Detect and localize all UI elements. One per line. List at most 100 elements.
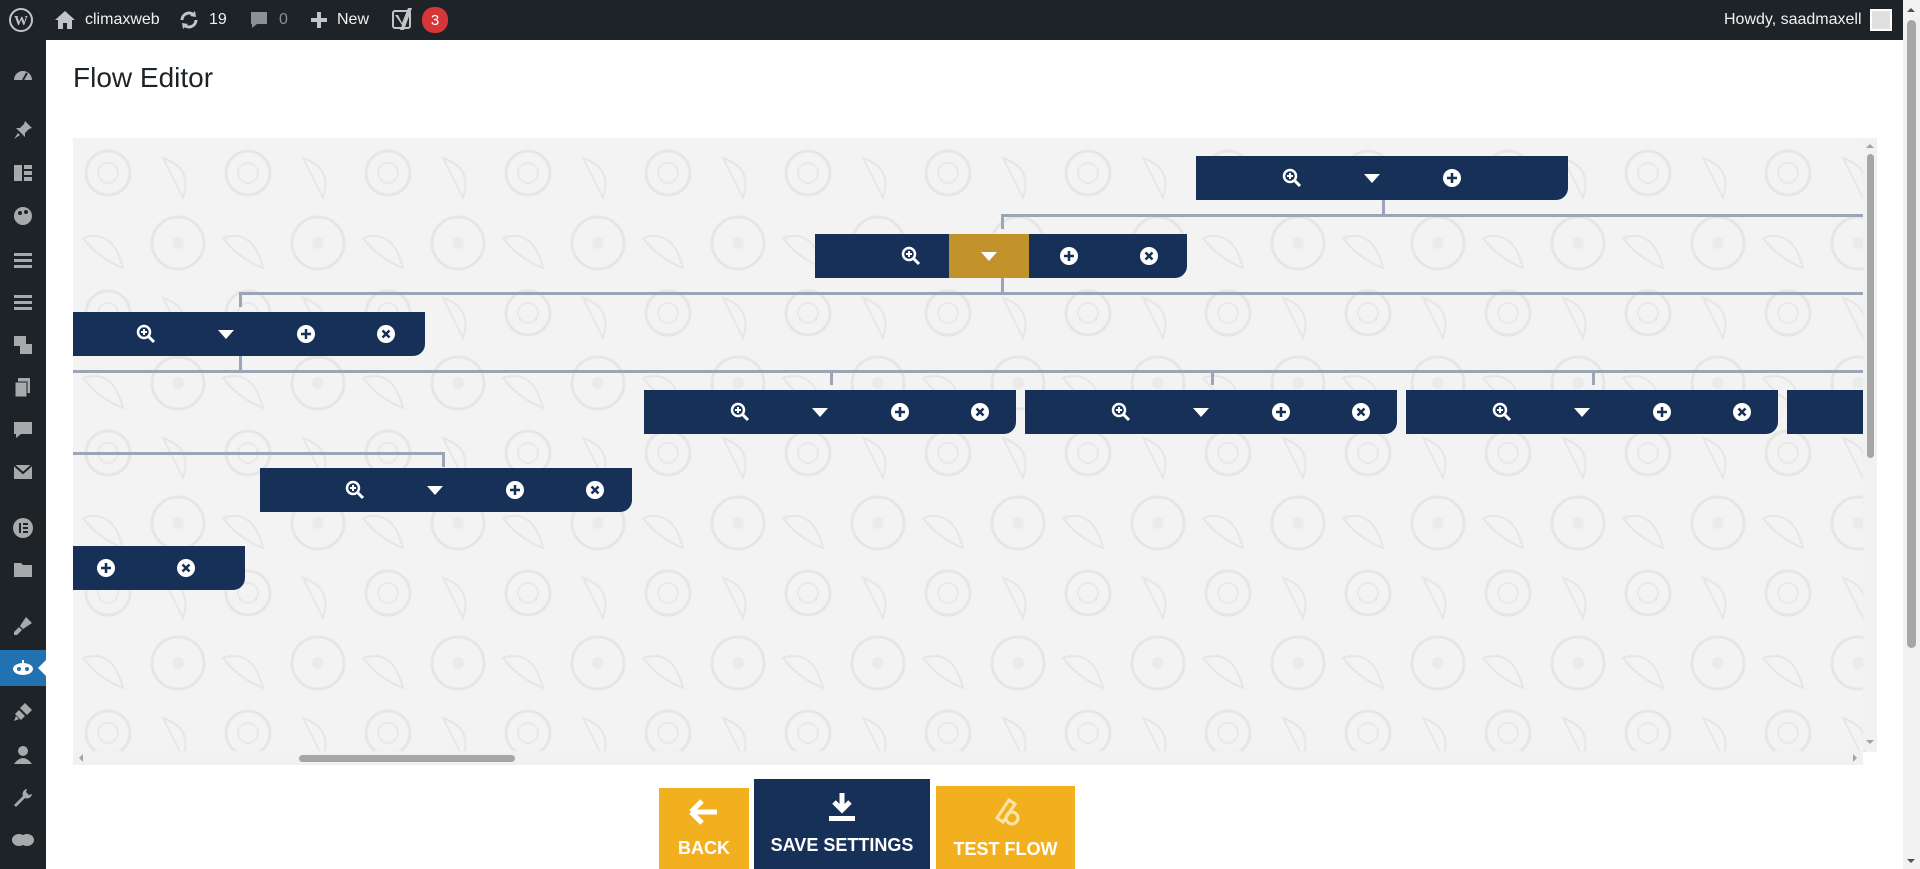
- dropdown-caret-icon[interactable]: [1332, 156, 1412, 200]
- canvas-vertical-scrollbar[interactable]: [1863, 138, 1877, 750]
- delete-node-icon[interactable]: [146, 546, 226, 590]
- add-node-icon[interactable]: [1622, 390, 1702, 434]
- save-settings-button[interactable]: SAVE SETTINGS: [754, 779, 930, 869]
- dropdown-caret-icon[interactable]: [1161, 390, 1241, 434]
- add-node-icon[interactable]: [860, 390, 940, 434]
- menu-icon[interactable]: [0, 284, 46, 320]
- settings-icon[interactable]: [0, 822, 46, 858]
- tools-icon[interactable]: [0, 780, 46, 816]
- add-node-icon[interactable]: [1412, 156, 1492, 200]
- download-icon: [828, 792, 856, 827]
- delete-node-icon[interactable]: [1109, 234, 1189, 278]
- pin-icon[interactable]: [0, 112, 46, 148]
- page-vertical-scrollbar[interactable]: [1903, 0, 1920, 869]
- flow-node[interactable]: [1025, 390, 1397, 434]
- connector-line: [1382, 200, 1385, 215]
- updates-link[interactable]: 19: [178, 0, 227, 40]
- flow-node[interactable]: [73, 546, 245, 590]
- save-settings-label: SAVE SETTINGS: [770, 835, 914, 855]
- comments-icon[interactable]: [0, 412, 46, 448]
- zoom-in-icon[interactable]: [1462, 390, 1542, 434]
- brush-icon[interactable]: [0, 608, 46, 644]
- scroll-thumb[interactable]: [1867, 154, 1874, 458]
- flow-node[interactable]: [644, 390, 1016, 434]
- flow-node[interactable]: [260, 468, 632, 512]
- zoom-in-icon[interactable]: [1252, 156, 1332, 200]
- mail-icon[interactable]: [0, 454, 46, 490]
- add-node-icon[interactable]: [266, 312, 346, 356]
- plugins-icon[interactable]: [0, 694, 46, 730]
- scroll-down-icon[interactable]: [1907, 859, 1915, 867]
- yoast-link[interactable]: 3: [392, 0, 448, 40]
- flow-node[interactable]: [1406, 390, 1778, 434]
- delete-node-icon[interactable]: [555, 468, 635, 512]
- test-tube-icon: [991, 796, 1021, 831]
- delete-node-icon[interactable]: [346, 312, 426, 356]
- refresh-icon: [178, 9, 200, 31]
- scroll-thumb[interactable]: [1907, 20, 1916, 648]
- connector-line: [442, 452, 445, 467]
- scroll-thumb[interactable]: [299, 755, 515, 762]
- posts-icon[interactable]: [0, 155, 46, 191]
- add-node-icon[interactable]: [73, 546, 146, 590]
- pages-icon[interactable]: [0, 369, 46, 405]
- flow-canvas[interactable]: [73, 138, 1877, 752]
- new-content-link[interactable]: New: [310, 0, 369, 40]
- dropdown-caret-icon[interactable]: [186, 312, 266, 356]
- delete-node-icon[interactable]: [940, 390, 1020, 434]
- admin-bar: W climaxweb 19 0 New 3 Howdy, saadmaxell: [0, 0, 1920, 40]
- dropdown-caret-icon[interactable]: [1542, 390, 1622, 434]
- add-node-icon[interactable]: [1029, 234, 1109, 278]
- add-node-icon[interactable]: [1241, 390, 1321, 434]
- scroll-left-icon[interactable]: [75, 754, 83, 762]
- connector-line: [830, 370, 833, 385]
- scroll-right-icon[interactable]: [1853, 754, 1861, 762]
- menu-icon[interactable]: [0, 242, 46, 278]
- back-button[interactable]: BACK: [659, 788, 749, 869]
- canvas-horizontal-scrollbar[interactable]: [73, 751, 1863, 765]
- flow-node[interactable]: [73, 312, 425, 356]
- comments-link[interactable]: 0: [249, 0, 288, 40]
- my-account-link[interactable]: Howdy, saadmaxell: [1724, 0, 1892, 40]
- dropdown-caret-icon[interactable]: [949, 234, 1029, 278]
- chatbot-icon[interactable]: [0, 650, 46, 686]
- users-icon[interactable]: [0, 737, 46, 773]
- zoom-in-icon[interactable]: [871, 234, 951, 278]
- comments-count: 0: [279, 11, 288, 28]
- add-node-icon[interactable]: [475, 468, 555, 512]
- zoom-in-icon[interactable]: [315, 468, 395, 512]
- dashboard-icon[interactable]: [0, 57, 46, 93]
- connector-line: [1001, 278, 1004, 293]
- back-label: BACK: [678, 837, 730, 858]
- connector-line: [1592, 370, 1595, 385]
- folder-icon[interactable]: [0, 552, 46, 588]
- connector-line: [1001, 214, 1877, 217]
- flow-node[interactable]: [815, 234, 1187, 278]
- page-title: Flow Editor: [73, 62, 214, 93]
- zoom-in-icon[interactable]: [106, 312, 186, 356]
- scroll-up-icon[interactable]: [1866, 140, 1874, 148]
- palette-icon[interactable]: [0, 198, 46, 234]
- delete-node-icon[interactable]: [1702, 390, 1782, 434]
- plus-icon: [310, 11, 328, 29]
- dropdown-caret-icon[interactable]: [780, 390, 860, 434]
- scroll-down-icon[interactable]: [1866, 740, 1874, 748]
- elementor-icon[interactable]: [0, 510, 46, 546]
- wordpress-logo-icon[interactable]: W: [8, 0, 34, 40]
- media-icon[interactable]: [0, 327, 46, 363]
- scroll-up-icon[interactable]: [1907, 4, 1915, 12]
- zoom-in-icon[interactable]: [700, 390, 780, 434]
- connector-line: [73, 452, 443, 455]
- comment-icon: [249, 10, 269, 30]
- test-flow-button[interactable]: TEST FLOW: [936, 786, 1075, 869]
- flow-node[interactable]: [1196, 156, 1568, 200]
- site-home-link[interactable]: climaxweb: [54, 0, 160, 40]
- connector-line: [73, 370, 1877, 373]
- zoom-in-icon[interactable]: [1081, 390, 1161, 434]
- connector-line: [239, 356, 242, 371]
- avatar: [1869, 9, 1892, 31]
- greeting: Howdy, saadmaxell: [1724, 11, 1862, 28]
- dropdown-caret-icon[interactable]: [395, 468, 475, 512]
- delete-node-icon[interactable]: [1321, 390, 1401, 434]
- connector-line: [239, 292, 242, 307]
